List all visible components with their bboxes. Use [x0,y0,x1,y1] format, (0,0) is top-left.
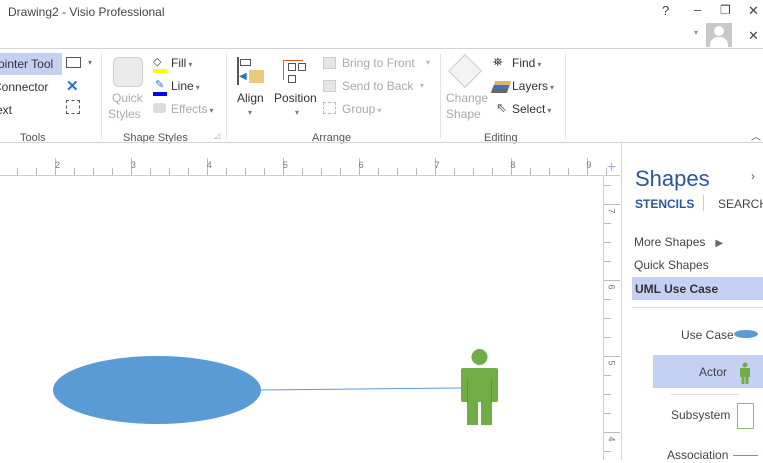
fill-button[interactable]: Fill ▾ [171,56,192,70]
line-color-icon [153,92,167,96]
ruler-label: 3 [130,160,136,170]
line-label: Line [171,79,194,93]
ruler-label: 4 [606,436,617,442]
change-shape-icon [448,54,482,88]
group-icon [323,102,336,114]
effects-label: Effects [171,102,208,116]
ribbon-top-border [0,48,763,49]
vertical-ruler[interactable]: 7 6 5 4 [603,176,620,460]
layers-label: Layers [512,79,549,93]
group-label: Group [342,102,376,116]
horizontal-ruler[interactable]: 2 3 4 5 6 7 8 9 [0,158,620,176]
ruler-label: 8 [510,160,516,170]
effects-button[interactable]: Effects ▾ [171,102,213,116]
position-button[interactable]: Position [274,91,317,105]
use-case-stencil-icon[interactable] [734,330,758,338]
rectangle-icon[interactable] [66,57,81,68]
drawing-canvas[interactable] [0,177,602,460]
align-button[interactable]: Align [237,91,264,105]
shapes-pane-title: Shapes [635,166,710,191]
select-cursor-icon: ⇖ [496,100,507,115]
uml-use-case-item[interactable]: UML Use Case [632,277,763,300]
quick-styles-icon[interactable] [113,57,143,87]
close-document-button[interactable]: ✕ [748,28,759,44]
text-tool-button[interactable]: Text [0,103,12,117]
ruler-label: 4 [206,160,212,170]
bring-front-icon [323,57,336,69]
find-button[interactable]: Find ▾ [512,56,541,70]
change-shape-label-2[interactable]: Shape [446,107,481,121]
actor-shape[interactable] [461,349,498,425]
tab-stencils[interactable]: STENCILS [635,197,694,211]
connector-button[interactable]: Connector [0,80,48,94]
dialog-launcher-icon[interactable]: ◿ [214,131,220,140]
user-avatar[interactable] [706,23,732,47]
stencil-use-case-label[interactable]: Use Case [681,328,734,342]
pen-icon: ✎ [155,79,165,91]
binoculars-icon: ⛯ [493,55,503,69]
association-stencil-icon[interactable] [733,455,758,456]
paint-bucket-icon: ◇ [153,56,162,68]
use-case-ellipse[interactable] [53,356,261,424]
ribbon-bottom-border [0,142,763,143]
find-label: Find [512,56,536,70]
chevron-right-icon: ▶ [715,238,724,249]
actor-stencil-icon [740,362,750,384]
uml-use-case-label: UML Use Case [635,282,719,296]
change-shape-label-1[interactable]: Change [446,91,488,105]
select-label: Select [512,102,546,116]
fill-color-icon [153,69,167,73]
ruler-label: 7 [606,208,617,214]
ruler-origin-icon[interactable]: + [603,159,620,176]
connection-point-icon[interactable]: ✕ [66,77,79,95]
pointer-tool-label: Pointer Tool [0,57,54,71]
more-shapes-item[interactable]: More Shapes ▶ [634,235,723,249]
close-button[interactable]: ✕ [748,3,759,19]
ruler-label: 5 [606,360,617,366]
line-button[interactable]: Line ▾ [171,79,200,93]
stencil-subsystem-label[interactable]: Subsystem [671,408,730,422]
restore-button[interactable]: ❐ [720,3,731,17]
pane-border [621,143,622,460]
quick-shapes-item[interactable]: Quick Shapes [634,258,709,272]
association-connector[interactable] [259,387,463,391]
bring-to-front-button[interactable]: Bring to Front [342,56,415,70]
help-button[interactable]: ? [662,3,669,18]
collapse-ribbon-icon[interactable]: ︿ [751,128,761,143]
window-title: Drawing2 - Visio Professional [8,5,165,19]
more-shapes-label: More Shapes [634,235,706,249]
minimize-button[interactable]: – [694,2,701,17]
layers-button[interactable]: Layers ▾ [512,79,554,93]
quick-styles-label-2[interactable]: Styles [108,107,141,121]
ruler-label: 6 [358,160,364,170]
pointer-tool-button[interactable]: Pointer Tool [0,53,62,75]
crop-tool-icon[interactable] [66,100,80,114]
ruler-label: 9 [586,160,592,170]
send-to-back-button[interactable]: Send to Back [342,79,413,93]
quick-styles-label-1[interactable]: Quick [112,91,143,105]
fill-label: Fill [171,56,187,70]
subsystem-stencil-icon[interactable] [737,403,754,429]
ruler-label: 7 [434,160,440,170]
send-back-icon [323,80,336,92]
layers-icon [490,81,512,93]
ruler-label: 2 [55,160,61,170]
account-dropdown-icon[interactable]: ▾ [694,28,698,37]
drawing-svg [53,349,498,425]
stencil-actor-label: Actor [699,365,728,379]
group-button[interactable]: Group ▾ [342,102,381,116]
effects-icon [153,103,166,113]
ruler-label: 5 [282,160,288,170]
expand-pane-icon[interactable]: › [751,169,755,183]
select-button[interactable]: Select ▾ [512,102,551,116]
tab-search[interactable]: SEARCH [718,197,763,211]
ruler-label: 6 [606,284,617,290]
stencil-actor[interactable]: Actor [653,355,763,388]
